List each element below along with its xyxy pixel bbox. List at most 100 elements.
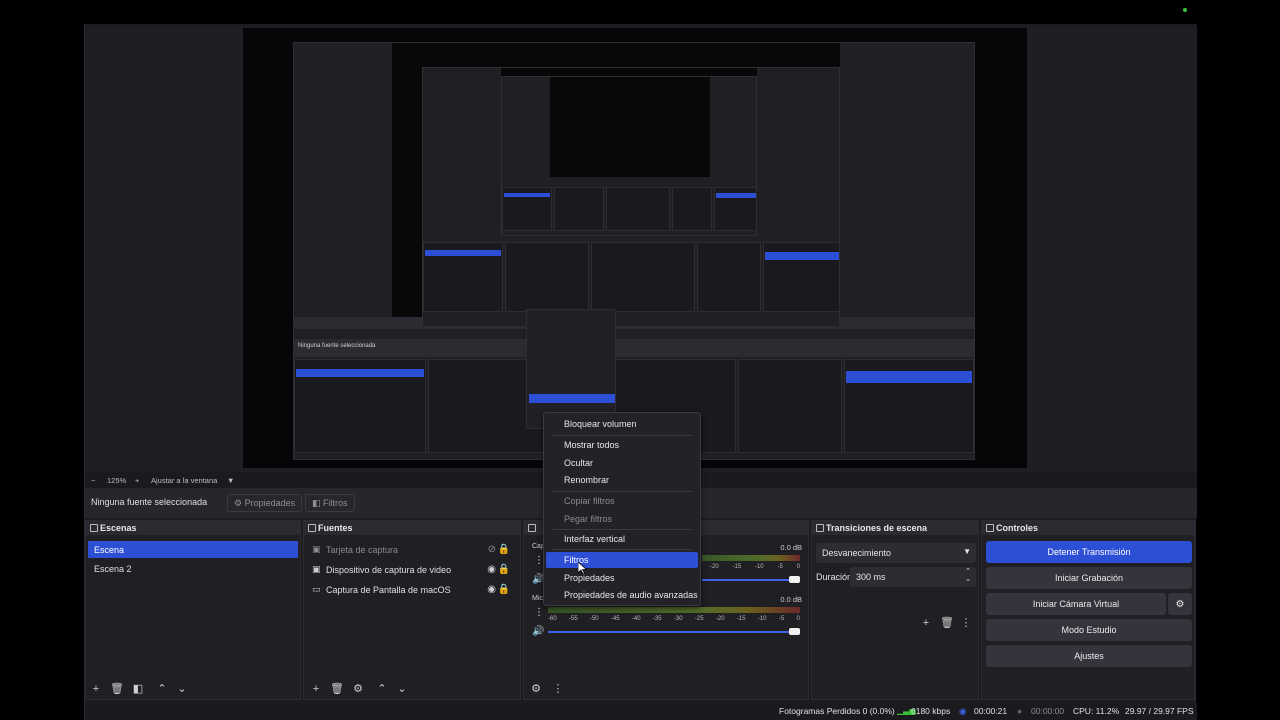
settings-button[interactable]: Ajustes xyxy=(986,645,1192,667)
trash-icon[interactable]: 🗑 xyxy=(110,683,124,695)
zoom-level: 125% xyxy=(107,476,127,485)
meter-ticks: -20 -15 -10 -5 0 xyxy=(710,564,800,570)
scene-item[interactable]: Escena xyxy=(88,541,298,558)
studio-mode-button[interactable]: Modo Estudio xyxy=(986,619,1192,641)
controls-dock: Controles Detener Transmisión Iniciar Gr… xyxy=(981,520,1195,700)
speaker-icon[interactable]: 🔊 xyxy=(532,626,544,637)
record-time: 00:00:00 xyxy=(1031,706,1065,716)
gear-icon[interactable]: ⚙ xyxy=(530,683,542,695)
monitor-icon: ▭ xyxy=(312,584,321,594)
gear-icon: ⚙ xyxy=(234,498,245,508)
scenes-toolbar: + 🗑 ◧ ⌃ ⌄ xyxy=(86,679,300,699)
source-item[interactable]: ▭ Captura de Pantalla de macOS ◉ 🔒 xyxy=(310,581,514,599)
fit-window-label[interactable]: Ajustar a la ventana xyxy=(151,476,217,485)
lock-icon[interactable]: 🔒 xyxy=(498,584,510,595)
arrow-up-icon[interactable]: ⌃ xyxy=(156,683,168,695)
zoom-out-button[interactable]: − xyxy=(91,476,95,485)
eye-icon[interactable]: ◉ xyxy=(487,564,496,575)
menu-item-show-all[interactable]: Mostrar todos xyxy=(546,437,698,453)
meter-ticks: -60 -55 -50 -45 -40 -35 -30 -25 -20 -15 -10 -5 0 xyxy=(548,616,800,622)
dock-icon xyxy=(308,524,316,532)
kebab-icon[interactable]: ⋮ xyxy=(960,617,972,629)
menu-item-advanced-audio[interactable]: Propiedades de audio avanzadas xyxy=(546,587,698,603)
volume-meter xyxy=(548,607,800,613)
scenes-dock: Escenas Escena Escena 2 + 🗑 ◧ ⌃ ⌄ xyxy=(85,520,301,700)
strip-label: Mic xyxy=(532,595,543,602)
stream-icon: ◉ xyxy=(959,706,967,716)
camera-icon: ▣ xyxy=(312,544,321,554)
duration-input[interactable]: 300 ms ⌃ ⌄ xyxy=(850,567,976,587)
kebab-icon[interactable]: ⋮ xyxy=(534,607,544,618)
menu-separator xyxy=(552,529,692,530)
start-virtual-camera-button[interactable]: Iniciar Cámara Virtual xyxy=(986,593,1166,615)
stream-time: 00:00:21 xyxy=(974,706,1008,716)
stepper-icon[interactable]: ⌃ ⌄ xyxy=(965,568,971,584)
start-recording-button[interactable]: Iniciar Grabación xyxy=(986,567,1192,589)
lock-icon[interactable]: 🔒 xyxy=(498,544,510,555)
add-source-icon[interactable]: + xyxy=(310,683,322,695)
menu-item-filters[interactable]: Filtros xyxy=(546,552,698,568)
dock-icon xyxy=(90,524,98,532)
volume-knob[interactable] xyxy=(789,628,800,635)
menu-item-hide[interactable]: Ocultar xyxy=(546,455,698,471)
arrow-down-icon[interactable]: ⌄ xyxy=(176,683,188,695)
fps: 29.97 / 29.97 FPS xyxy=(1125,706,1194,716)
arrow-down-icon[interactable]: ⌄ xyxy=(396,683,408,695)
lock-icon[interactable]: 🔒 xyxy=(498,564,510,575)
gear-icon[interactable]: ⚙ xyxy=(352,683,364,695)
volume-knob[interactable] xyxy=(789,576,800,583)
chevron-down-icon[interactable]: ▼ xyxy=(227,476,234,485)
menu-item-rename[interactable]: Renombrar xyxy=(546,472,698,488)
eye-hidden-icon[interactable]: ⊘ xyxy=(488,544,496,555)
menu-item-paste-filters[interactable]: Pegar filtros xyxy=(546,511,698,527)
add-transition-icon[interactable]: + xyxy=(920,617,932,629)
menu-item-properties[interactable]: Propiedades xyxy=(546,570,698,586)
volume-slider[interactable] xyxy=(548,631,796,633)
eye-icon[interactable]: ◉ xyxy=(487,584,496,595)
trash-icon[interactable]: 🗑 xyxy=(330,683,344,695)
record-icon: ● xyxy=(1017,706,1023,716)
stop-stream-button[interactable]: Detener Transmisión xyxy=(986,541,1192,563)
bitrate: 6180 kbps xyxy=(911,706,951,716)
zoom-in-button[interactable]: + xyxy=(135,476,139,485)
cursor-icon xyxy=(578,562,587,575)
sources-dock-header: Fuentes xyxy=(304,521,520,535)
status-bar: Fotogramas Perdidos 0 (0.0%) ▁▃▅ 6180 kb… xyxy=(85,702,1197,720)
transition-select[interactable]: Desvanecimiento ▼ xyxy=(816,543,976,563)
filter-icon: ◧ xyxy=(312,498,324,508)
filters-button[interactable]: ◧ Filtros xyxy=(305,494,355,512)
chevron-down-icon: ▼ xyxy=(963,547,971,556)
menu-item-vertical-layout[interactable]: Interfaz vertical xyxy=(546,531,698,547)
cpu-usage: CPU: 11.2% xyxy=(1073,706,1120,716)
virtual-camera-settings-button[interactable]: ⚙ xyxy=(1168,593,1192,615)
source-item[interactable]: ▣ Tarjeta de captura ⊘ 🔒 xyxy=(310,541,514,559)
menu-item-lock-volume[interactable]: Bloquear volumen xyxy=(546,416,698,432)
menu-separator xyxy=(552,435,692,436)
context-menu: Bloquear volumen Mostrar todos Ocultar R… xyxy=(543,412,701,606)
scenes-dock-header: Escenas xyxy=(86,521,300,535)
menu-item-copy-filters[interactable]: Copiar filtros xyxy=(546,493,698,509)
sources-dock: Fuentes ▣ Tarjeta de captura ⊘ 🔒 ▣ Dispo… xyxy=(303,520,521,700)
properties-button[interactable]: ⚙ Propiedades xyxy=(227,494,303,512)
controls-dock-header: Controles xyxy=(982,521,1194,535)
sources-toolbar: + 🗑 ⚙ ⌃ ⌄ xyxy=(304,679,520,699)
strip-db: 0.0 dB xyxy=(780,543,802,552)
trash-icon[interactable]: 🗑 xyxy=(940,617,954,629)
transitions-dock: Transiciones de escena Desvanecimiento ▼… xyxy=(811,520,979,700)
gear-icon: ⚙ xyxy=(1175,599,1185,610)
dock-icon xyxy=(816,524,824,532)
nested-capture-level-1: Ninguna fuente seleccionada xyxy=(293,42,975,460)
dock-icon xyxy=(986,524,994,532)
volume-slider[interactable] xyxy=(702,579,796,581)
scene-item[interactable]: Escena 2 xyxy=(88,560,298,577)
filter-icon[interactable]: ◧ xyxy=(132,683,144,695)
obs-window: Ninguna fuente seleccionada − 125% + Aju… xyxy=(84,24,1197,720)
dock-icon xyxy=(528,524,536,532)
source-item[interactable]: ▣ Dispositivo de captura de video ◉ 🔒 xyxy=(310,561,514,579)
preview-area: Ninguna fuente seleccionada xyxy=(85,26,1197,472)
arrow-up-icon[interactable]: ⌃ xyxy=(376,683,388,695)
kebab-icon[interactable]: ⋮ xyxy=(552,683,564,695)
add-scene-icon[interactable]: + xyxy=(90,683,102,695)
nested-context-menu xyxy=(526,309,616,429)
preview-canvas[interactable]: Ninguna fuente seleccionada xyxy=(243,28,1027,468)
